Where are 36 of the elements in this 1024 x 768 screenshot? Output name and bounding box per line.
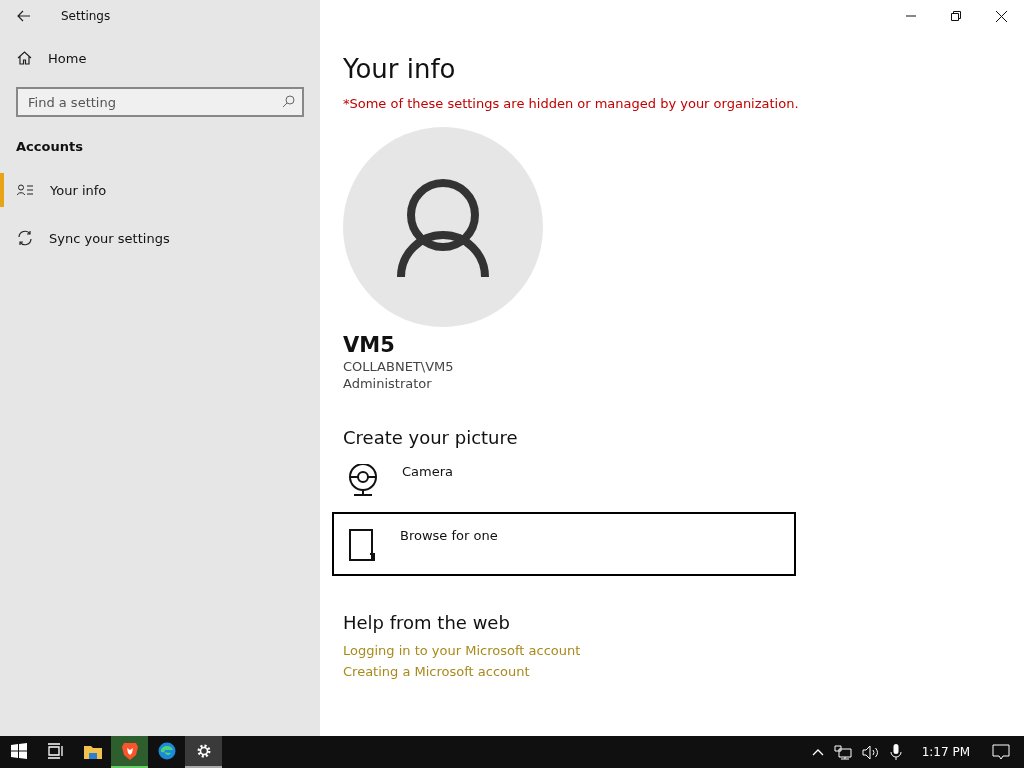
back-arrow-icon[interactable] <box>17 10 31 22</box>
file-icon <box>348 528 376 562</box>
gear-icon <box>195 743 212 759</box>
user-name: VM5 <box>343 333 396 357</box>
search-icon <box>282 95 295 108</box>
speaker-icon[interactable] <box>861 744 880 760</box>
picture-option[interactable]: Browse for one <box>332 512 796 576</box>
edge-browser-icon <box>157 742 176 760</box>
clock-time[interactable]: 1:17 PM <box>921 745 970 759</box>
home-icon <box>17 51 32 65</box>
person-list-icon <box>17 184 34 196</box>
windows-logo-icon <box>10 743 27 759</box>
network-icon[interactable] <box>833 744 852 760</box>
lion-shield-icon <box>121 742 138 760</box>
sidebar-item[interactable]: Sync your settings <box>0 221 320 255</box>
page-title: Your info <box>343 54 457 84</box>
home-link[interactable]: Home <box>0 41 320 75</box>
close-icon[interactable] <box>996 10 1007 22</box>
notification-icon[interactable] <box>992 744 1010 760</box>
search-field[interactable]: Find a setting <box>16 87 304 117</box>
account-name: COLLABNET\VM5 <box>343 359 455 374</box>
notice-text: *Some of these settings are hidden or managed by your organization. <box>343 96 800 111</box>
window-title: Settings <box>61 9 111 23</box>
chevron-up-icon[interactable] <box>811 748 824 756</box>
sync-icon <box>17 230 33 246</box>
picture-option[interactable]: Camera <box>332 448 796 512</box>
section-heading: Accounts <box>16 139 84 156</box>
section-heading: Help from the web <box>343 612 511 633</box>
taskbar-button[interactable] <box>185 736 222 768</box>
webcam-icon <box>348 464 378 496</box>
section-heading: Create your picture <box>343 427 519 448</box>
task-view-icon <box>46 743 65 759</box>
account-role: Administrator <box>343 376 433 391</box>
folder-icon <box>83 743 102 759</box>
restore-icon[interactable] <box>951 11 961 21</box>
microphone-icon[interactable] <box>889 744 902 760</box>
